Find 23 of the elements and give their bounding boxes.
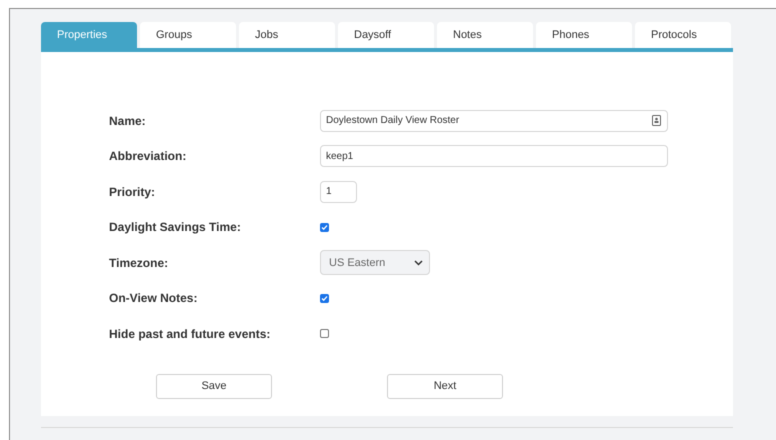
checkbox[interactable] <box>320 294 329 303</box>
save-button[interactable]: Save <box>156 374 272 398</box>
field-label: Priority: <box>109 184 156 199</box>
text-field[interactable]: keep1 <box>320 145 668 168</box>
field-label: Hide past and future events: <box>109 326 272 341</box>
tab[interactable]: Protocols <box>635 22 731 48</box>
timezone-select[interactable]: US Eastern <box>320 250 430 276</box>
next-button[interactable]: Next <box>387 374 503 398</box>
field-label: Abbreviation: <box>109 149 188 164</box>
checkbox[interactable] <box>320 222 329 232</box>
field-label: Timezone: <box>109 256 170 270</box>
text-field[interactable]: Doylestown Daily View Roster <box>320 110 668 132</box>
text-field[interactable]: 1 <box>320 180 357 203</box>
chevron-down-icon <box>414 260 423 266</box>
tab[interactable]: Groups <box>140 22 236 48</box>
tab[interactable]: Phones <box>536 22 632 48</box>
tab[interactable]: Notes <box>437 22 533 48</box>
tab[interactable]: Jobs <box>239 22 335 48</box>
tab[interactable]: Daysoff <box>338 22 434 48</box>
checkbox[interactable] <box>320 329 329 338</box>
field-label: Name: <box>109 114 147 128</box>
field-label: Daylight Savings Time: <box>109 220 242 234</box>
field-label: On-View Notes: <box>109 291 198 306</box>
